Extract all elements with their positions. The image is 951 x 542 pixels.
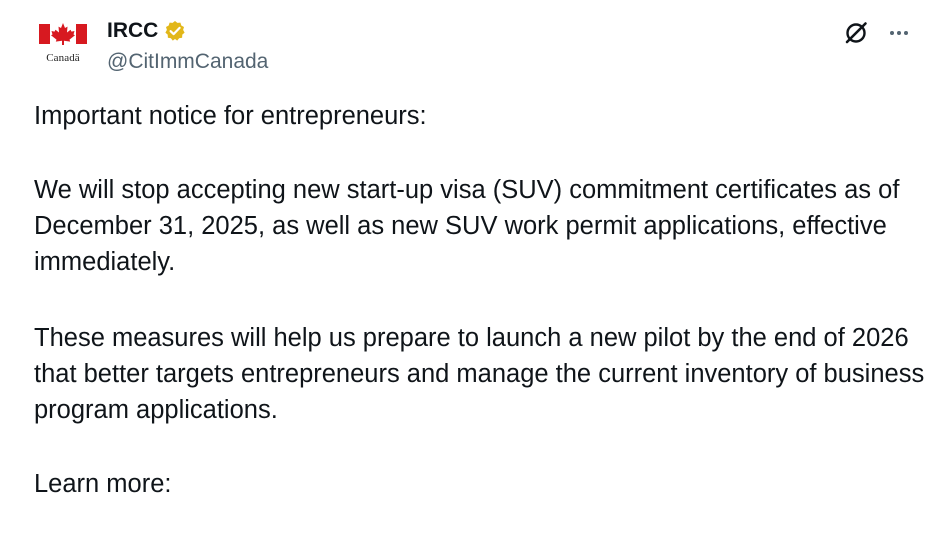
grok-button[interactable]: [843, 20, 869, 46]
more-options-dot: [904, 31, 908, 35]
tweet-paragraph: Important notice for entrepreneurs:: [34, 102, 427, 130]
more-options-dot: [897, 31, 901, 35]
canada-flag-icon: [39, 23, 87, 45]
avatar[interactable]: Canadä: [30, 18, 96, 70]
canada-wordmark: Canadä: [46, 52, 80, 64]
author-display-name[interactable]: IRCC: [107, 19, 158, 43]
tweet-paragraph: We will stop accepting new start-up visa…: [34, 176, 900, 276]
more-options-icon: [890, 31, 894, 35]
tweet-post: Canadä IRCC @CitImmCanada Important noti…: [0, 0, 951, 512]
grok-icon: [845, 22, 867, 44]
tweet-paragraph: Learn more:: [34, 470, 172, 498]
tweet-text: Important notice for entrepreneurs: We w…: [34, 98, 934, 542]
tweet-header: Canadä IRCC @CitImmCanada: [0, 0, 951, 90]
author-name-row: IRCC: [107, 17, 186, 45]
verified-badge-icon[interactable]: [164, 20, 186, 42]
more-options-button[interactable]: [884, 20, 914, 46]
author-handle[interactable]: @CitImmCanada: [107, 50, 268, 74]
tweet-paragraph: These measures will help us prepare to l…: [34, 324, 925, 424]
